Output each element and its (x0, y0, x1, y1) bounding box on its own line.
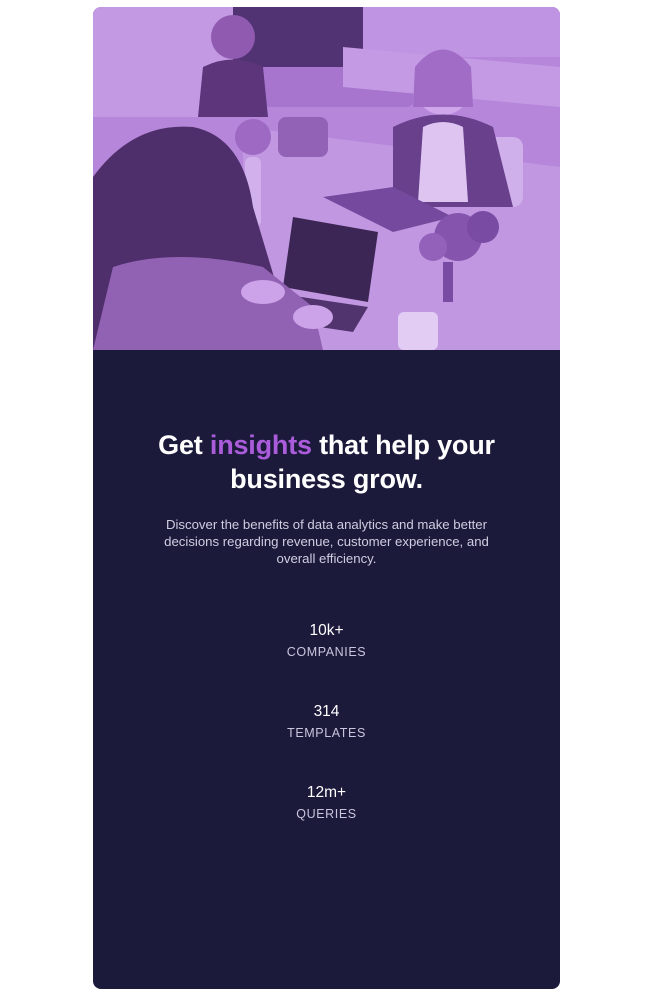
stat-value: 10k+ (309, 622, 344, 639)
stat-value: 12m+ (306, 784, 347, 801)
description: Discover the benefits of data analytics … (164, 517, 489, 566)
headline: Get insights that help your business gro… (137, 428, 517, 496)
stat-label: COMPANIES (286, 645, 367, 659)
card-content: Get insights that help your business gro… (93, 350, 560, 864)
stats-preview-card: Get insights that help your business gro… (93, 7, 560, 989)
stat-label: QUERIES (296, 807, 357, 821)
stat-companies: 10k+ COMPANIES (93, 621, 560, 702)
stat-queries: 12m+ QUERIES (93, 783, 560, 864)
stat-value: 314 (313, 703, 340, 720)
stat-templates: 314 TEMPLATES (93, 702, 560, 783)
stat-label: TEMPLATES (287, 726, 366, 740)
stats-list: 10k+ COMPANIES 314 TEMPLATES 12m+ QUERIE… (93, 621, 560, 864)
headline-accent-word: insights (209, 430, 312, 460)
headline-text-before: Get (158, 430, 210, 460)
hero-image (93, 7, 560, 350)
hero-image-photo (93, 7, 560, 350)
